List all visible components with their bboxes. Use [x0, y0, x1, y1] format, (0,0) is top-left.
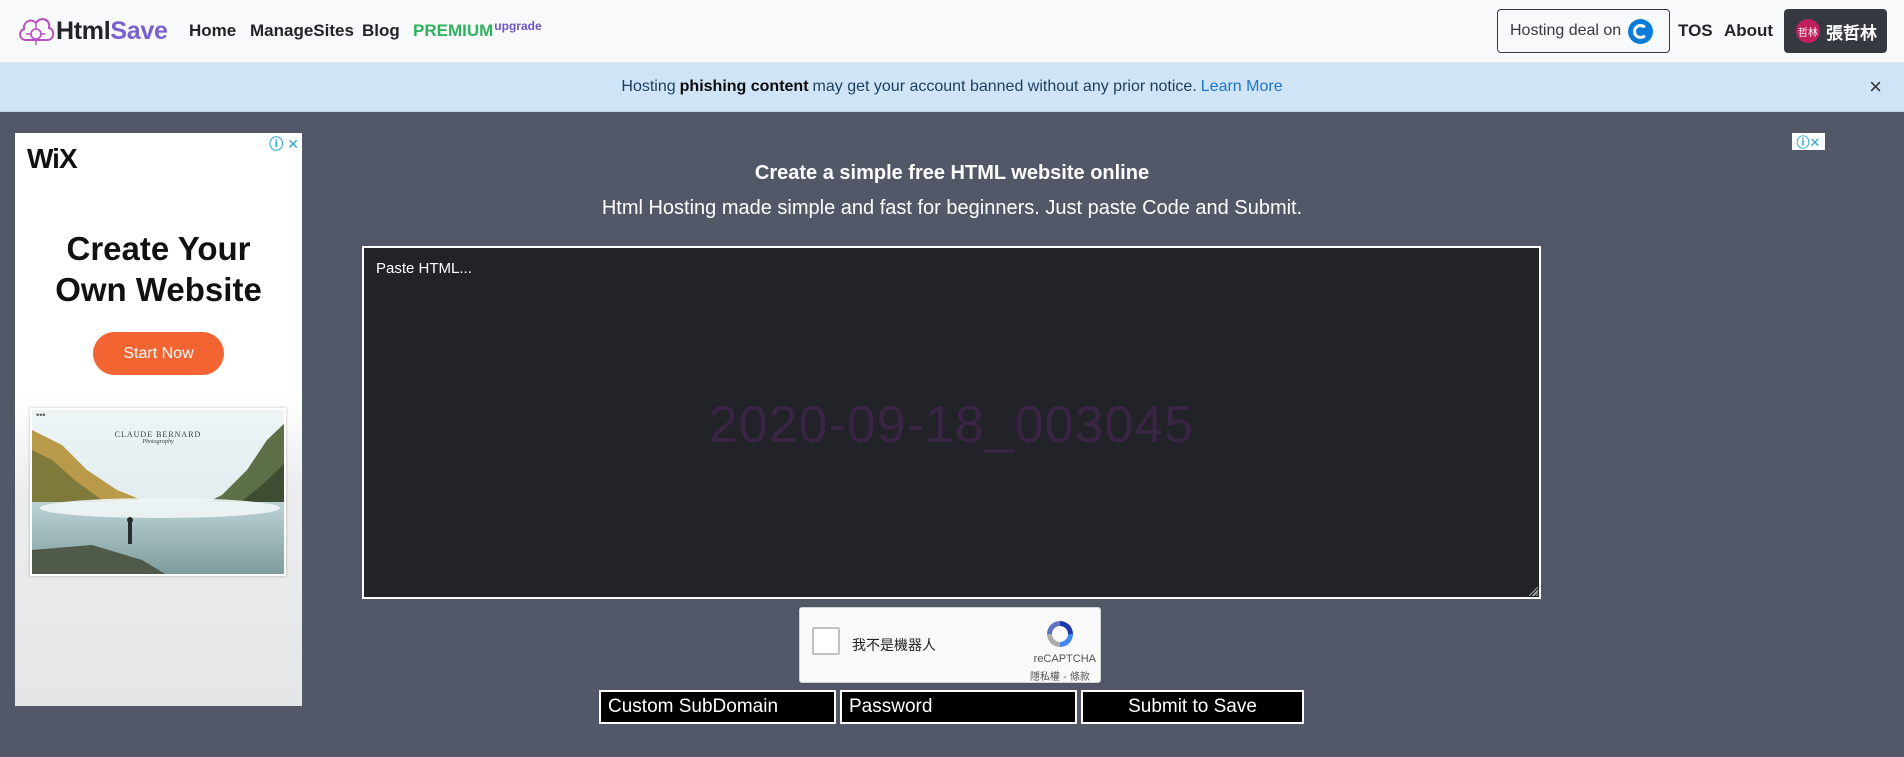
user-name: 張哲林: [1826, 23, 1877, 43]
phishing-alert-banner: Hosting phishing content may get your ac…: [0, 63, 1904, 112]
ad-headline-line2: Own Website: [55, 271, 262, 308]
nav-about-link[interactable]: About: [1724, 21, 1773, 41]
user-menu-button[interactable]: 哲林 張哲林: [1784, 9, 1887, 53]
nav-home-link[interactable]: Home: [189, 21, 236, 41]
ad-headline-line1: Create Your: [66, 230, 251, 267]
html-code-textarea[interactable]: Paste HTML... 2020-09-18_003045: [362, 246, 1541, 599]
ad-image-caption-title: CLAUDE BERNARD: [114, 430, 202, 439]
brand-name: HtmlSave: [56, 16, 168, 45]
alert-bold-text: phishing content: [679, 78, 809, 95]
ad-badges: ⓘ ✕: [265, 134, 299, 154]
premium-upgrade-label: upgrade: [494, 19, 542, 33]
wix-logo: WiX: [27, 143, 78, 174]
start-now-button[interactable]: Start Now: [93, 332, 224, 375]
avatar: 哲林: [1796, 19, 1820, 43]
ad-info-icon[interactable]: ⓘ: [269, 136, 283, 152]
premium-label: PREMIUM: [413, 21, 494, 40]
ad-image-dots: •••: [36, 410, 46, 420]
recaptcha-brand: reCAPTCHA: [1033, 653, 1096, 665]
ad-landscape-image: ••• CLAUDE BERNARD Photography: [30, 408, 286, 576]
alert-suffix: may get your account banned without any …: [812, 78, 1197, 95]
ad-close-icon[interactable]: ✕: [287, 136, 299, 152]
password-input[interactable]: Password: [840, 690, 1077, 724]
recaptcha-logo-icon: [1047, 621, 1073, 647]
nav-tos-link[interactable]: TOS: [1678, 21, 1713, 41]
nav-manage-sites-link[interactable]: ManageSites: [250, 21, 354, 41]
custom-subdomain-input[interactable]: Custom SubDomain: [599, 690, 836, 724]
resize-grip-icon[interactable]: [1529, 587, 1538, 596]
recaptcha-widget: 我不是機器人 reCAPTCHA 隱私權 - 條款: [799, 607, 1101, 683]
ad-choices-badge[interactable]: ⓘ✕: [1792, 133, 1825, 150]
navbar: HtmlSave Home ManageSites Blog PREMIUMup…: [0, 0, 1904, 63]
recaptcha-label: 我不是機器人: [852, 638, 936, 654]
editor-placeholder: Paste HTML...: [376, 260, 472, 277]
close-icon[interactable]: ×: [1869, 76, 1882, 98]
hosting-deal-label: Hosting deal on: [1510, 22, 1622, 39]
hosting-deal-button[interactable]: Hosting deal on: [1497, 9, 1670, 53]
recaptcha-checkbox[interactable]: [812, 627, 840, 655]
nav-premium-link[interactable]: PREMIUMupgrade: [413, 19, 542, 41]
ad-headline: Create Your Own Website: [15, 228, 302, 310]
brand-logo-link[interactable]: HtmlSave: [16, 12, 168, 50]
ad-image-caption: CLAUDE BERNARD Photography: [32, 430, 284, 445]
wix-advertisement[interactable]: ⓘ ✕ WiX Create Your Own Website Start Now: [15, 133, 302, 706]
password-placeholder: Password: [849, 696, 933, 717]
cloud-logo-icon: [19, 18, 55, 45]
digitalocean-icon: [1628, 18, 1654, 44]
recaptcha-privacy-terms-links[interactable]: 隱私權 - 條款: [1030, 668, 1090, 683]
page-subtitle: Html Hosting made simple and fast for be…: [601, 197, 1303, 219]
editor-watermark: 2020-09-18_003045: [708, 396, 1195, 454]
nav-blog-link[interactable]: Blog: [362, 21, 400, 41]
learn-more-link[interactable]: Learn More: [1201, 78, 1283, 96]
ad-image-caption-subtitle: Photography: [142, 439, 174, 445]
submit-to-save-button[interactable]: Submit to Save: [1081, 690, 1304, 724]
subdomain-placeholder: Custom SubDomain: [608, 696, 779, 717]
alert-prefix: Hosting: [621, 78, 676, 95]
page-title: Create a simple free HTML website online: [754, 162, 1150, 184]
